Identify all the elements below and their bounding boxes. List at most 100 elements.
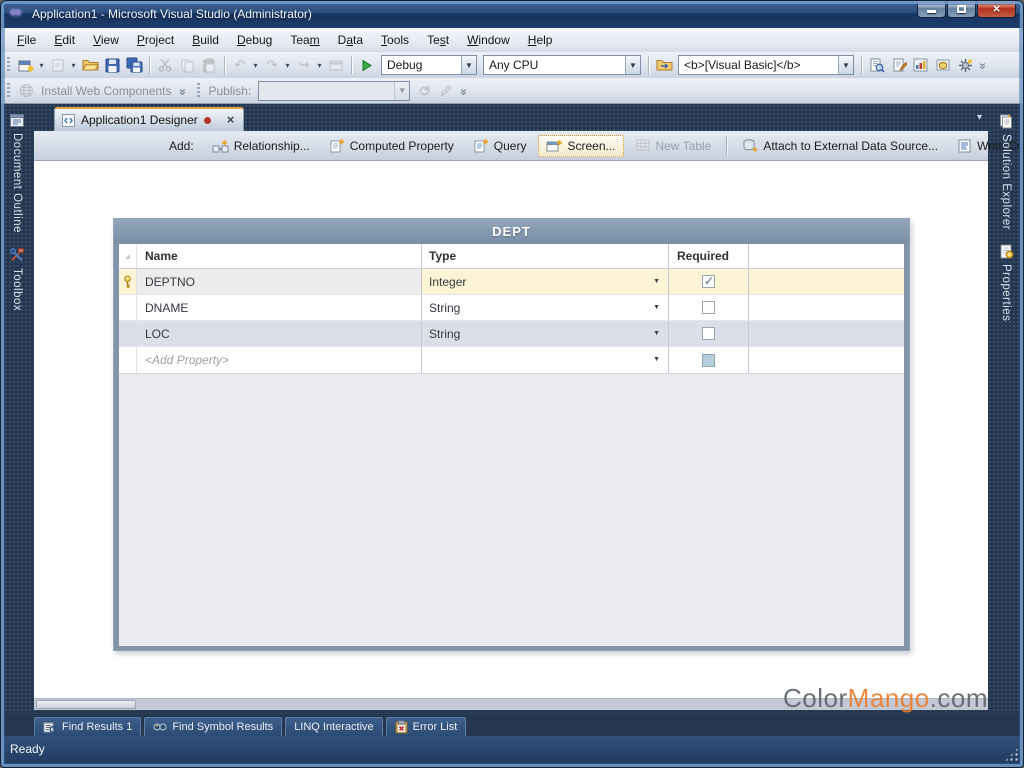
property-type-dropdown[interactable]: Integer bbox=[422, 269, 669, 294]
properties-tool-button[interactable] bbox=[889, 54, 909, 76]
row-gutter-cell[interactable] bbox=[119, 321, 137, 346]
required-checkbox[interactable] bbox=[702, 275, 715, 288]
tab-close-icon[interactable]: × bbox=[227, 114, 235, 126]
property-type-dropdown[interactable] bbox=[422, 347, 669, 373]
bottom-tab-error-list[interactable]: Error List bbox=[386, 717, 467, 736]
toolbar-grip[interactable] bbox=[196, 83, 201, 99]
required-cell bbox=[669, 295, 749, 320]
menu-debug[interactable]: Debug bbox=[228, 30, 281, 50]
edit-button bbox=[436, 80, 456, 102]
attach-to-external-data-source-button[interactable]: Attach to External Data Source... bbox=[734, 134, 946, 157]
required-checkbox[interactable] bbox=[702, 354, 715, 367]
property-grid: Name Type Required DEPTNOIntegerDNAMEStr… bbox=[119, 244, 904, 374]
property-type-dropdown[interactable]: String bbox=[422, 321, 669, 346]
attach-to-external-data-source-label: Attach to External Data Source... bbox=[763, 139, 938, 153]
right-tool-strip: Solution Explorer Properties bbox=[988, 104, 1024, 714]
computed-property-button[interactable]: Computed Property bbox=[322, 134, 462, 157]
publish-label: Publish: bbox=[209, 84, 252, 98]
property-name-cell[interactable]: DNAME bbox=[137, 295, 422, 320]
column-header-type[interactable]: Type bbox=[422, 244, 669, 268]
menu-view[interactable]: View bbox=[84, 30, 128, 50]
sidebar-item-document-outline[interactable]: Document Outline bbox=[9, 109, 25, 243]
find-in-files-button[interactable] bbox=[654, 54, 674, 76]
combo-dropdown-icon[interactable]: ▼ bbox=[838, 56, 853, 74]
property-name-cell[interactable]: DEPTNO bbox=[137, 269, 422, 294]
table-row-dname[interactable]: DNAMEString bbox=[119, 295, 904, 321]
property-name-cell[interactable]: LOC bbox=[137, 321, 422, 346]
relationship-button[interactable]: Relationship... bbox=[204, 135, 318, 157]
solution-configuration-combo[interactable]: Debug ▼ bbox=[381, 55, 477, 75]
toolbar-grip[interactable] bbox=[6, 57, 11, 73]
menu-file[interactable]: File bbox=[8, 30, 45, 50]
table-row-add-property[interactable]: <Add Property> bbox=[119, 347, 904, 373]
object-browser-tool-button[interactable] bbox=[911, 54, 931, 76]
redo-button: ↷ bbox=[262, 54, 282, 76]
entity-dept[interactable]: DEPT Name Type Required DEPTNOIntegerDNA… bbox=[113, 218, 910, 651]
column-header-required[interactable]: Required bbox=[669, 244, 749, 268]
menu-build[interactable]: Build bbox=[183, 30, 228, 50]
scrollbar-thumb[interactable] bbox=[36, 700, 136, 709]
data-sources-tool-button[interactable] bbox=[933, 54, 953, 76]
screen-button[interactable]: Screen... bbox=[538, 135, 623, 157]
bottom-tab-linq-interactive[interactable]: LINQ Interactive bbox=[285, 717, 382, 736]
resize-grip-icon[interactable] bbox=[1004, 747, 1019, 762]
secondary-toolbar: Install Web Components » Publish: ▼ » bbox=[0, 78, 1024, 104]
property-type-dropdown[interactable]: String bbox=[422, 295, 669, 320]
entity-title[interactable]: DEPT bbox=[114, 219, 909, 244]
tab-application1-designer[interactable]: Application1 Designer × bbox=[54, 107, 244, 131]
table-row-deptno[interactable]: DEPTNOInteger bbox=[119, 269, 904, 295]
minimize-button[interactable] bbox=[917, 0, 946, 18]
toolbar-overflow-icon[interactable]: » bbox=[457, 84, 471, 98]
row-gutter-cell[interactable] bbox=[119, 295, 137, 320]
tab-list-dropdown-icon[interactable] bbox=[977, 112, 982, 123]
refresh-button bbox=[414, 80, 434, 102]
relationship-icon bbox=[212, 139, 229, 153]
navigate-dropdown-icon: ▾ bbox=[315, 61, 324, 70]
window-list-button bbox=[326, 54, 346, 76]
properties-icon bbox=[999, 244, 1014, 259]
row-gutter-cell[interactable] bbox=[119, 269, 137, 294]
add-item-dropdown-icon: ▾ bbox=[69, 61, 78, 70]
bottom-tab-label: Find Results 1 bbox=[62, 721, 132, 733]
bottom-tab-find-results-1[interactable]: Find Results 1 bbox=[34, 717, 141, 736]
combo-dropdown-icon[interactable]: ▼ bbox=[625, 56, 640, 74]
toolbar-overflow-icon[interactable]: » bbox=[976, 58, 990, 72]
maximize-button[interactable] bbox=[947, 0, 976, 18]
menu-data[interactable]: Data bbox=[329, 30, 372, 50]
property-name-cell[interactable]: <Add Property> bbox=[137, 347, 422, 373]
new-project-dropdown-icon[interactable]: ▾ bbox=[37, 61, 46, 70]
toolbar-grip[interactable] bbox=[6, 83, 11, 99]
save-all-button[interactable] bbox=[124, 54, 144, 76]
query-button[interactable]: Query bbox=[466, 134, 535, 157]
new-project-button[interactable] bbox=[16, 54, 36, 76]
start-debugging-button[interactable] bbox=[357, 54, 377, 76]
bottom-tab-find-symbol-results[interactable]: Find Symbol Results bbox=[144, 717, 282, 736]
solution-explorer-tool-button[interactable] bbox=[867, 54, 887, 76]
menu-test[interactable]: Test bbox=[418, 30, 458, 50]
required-checkbox[interactable] bbox=[702, 301, 715, 314]
close-button[interactable]: × bbox=[977, 0, 1016, 18]
save-button[interactable] bbox=[102, 54, 122, 76]
menu-edit[interactable]: Edit bbox=[45, 30, 84, 50]
designer-canvas[interactable]: DEPT Name Type Required DEPTNOIntegerDNA… bbox=[34, 161, 988, 698]
combo-dropdown-icon[interactable]: ▼ bbox=[461, 56, 476, 74]
find-combo[interactable]: <b>[Visual Basic]</b> ▼ bbox=[678, 55, 854, 75]
menu-project[interactable]: Project bbox=[128, 30, 183, 50]
menu-window[interactable]: Window bbox=[458, 30, 519, 50]
open-file-button[interactable] bbox=[80, 54, 100, 76]
copy-button bbox=[177, 54, 197, 76]
solution-platform-combo[interactable]: Any CPU ▼ bbox=[483, 55, 641, 75]
toolbar-overflow-icon[interactable]: » bbox=[176, 84, 190, 98]
menu-team[interactable]: Team bbox=[281, 30, 328, 50]
column-header-name[interactable]: Name bbox=[137, 244, 422, 268]
extensions-tool-button[interactable] bbox=[955, 54, 975, 76]
menu-tools[interactable]: Tools bbox=[372, 30, 418, 50]
sidebar-item-properties[interactable]: Properties bbox=[999, 240, 1014, 331]
table-row-loc[interactable]: LOCString bbox=[119, 321, 904, 347]
menu-help[interactable]: Help bbox=[519, 30, 562, 50]
sidebar-item-toolbox[interactable]: Toolbox bbox=[9, 243, 25, 321]
row-gutter-cell[interactable] bbox=[119, 347, 137, 373]
required-checkbox[interactable] bbox=[702, 327, 715, 340]
titlebar[interactable]: Application1 - Microsoft Visual Studio (… bbox=[0, 0, 1024, 28]
sidebar-item-solution-explorer[interactable]: Solution Explorer bbox=[999, 109, 1014, 240]
